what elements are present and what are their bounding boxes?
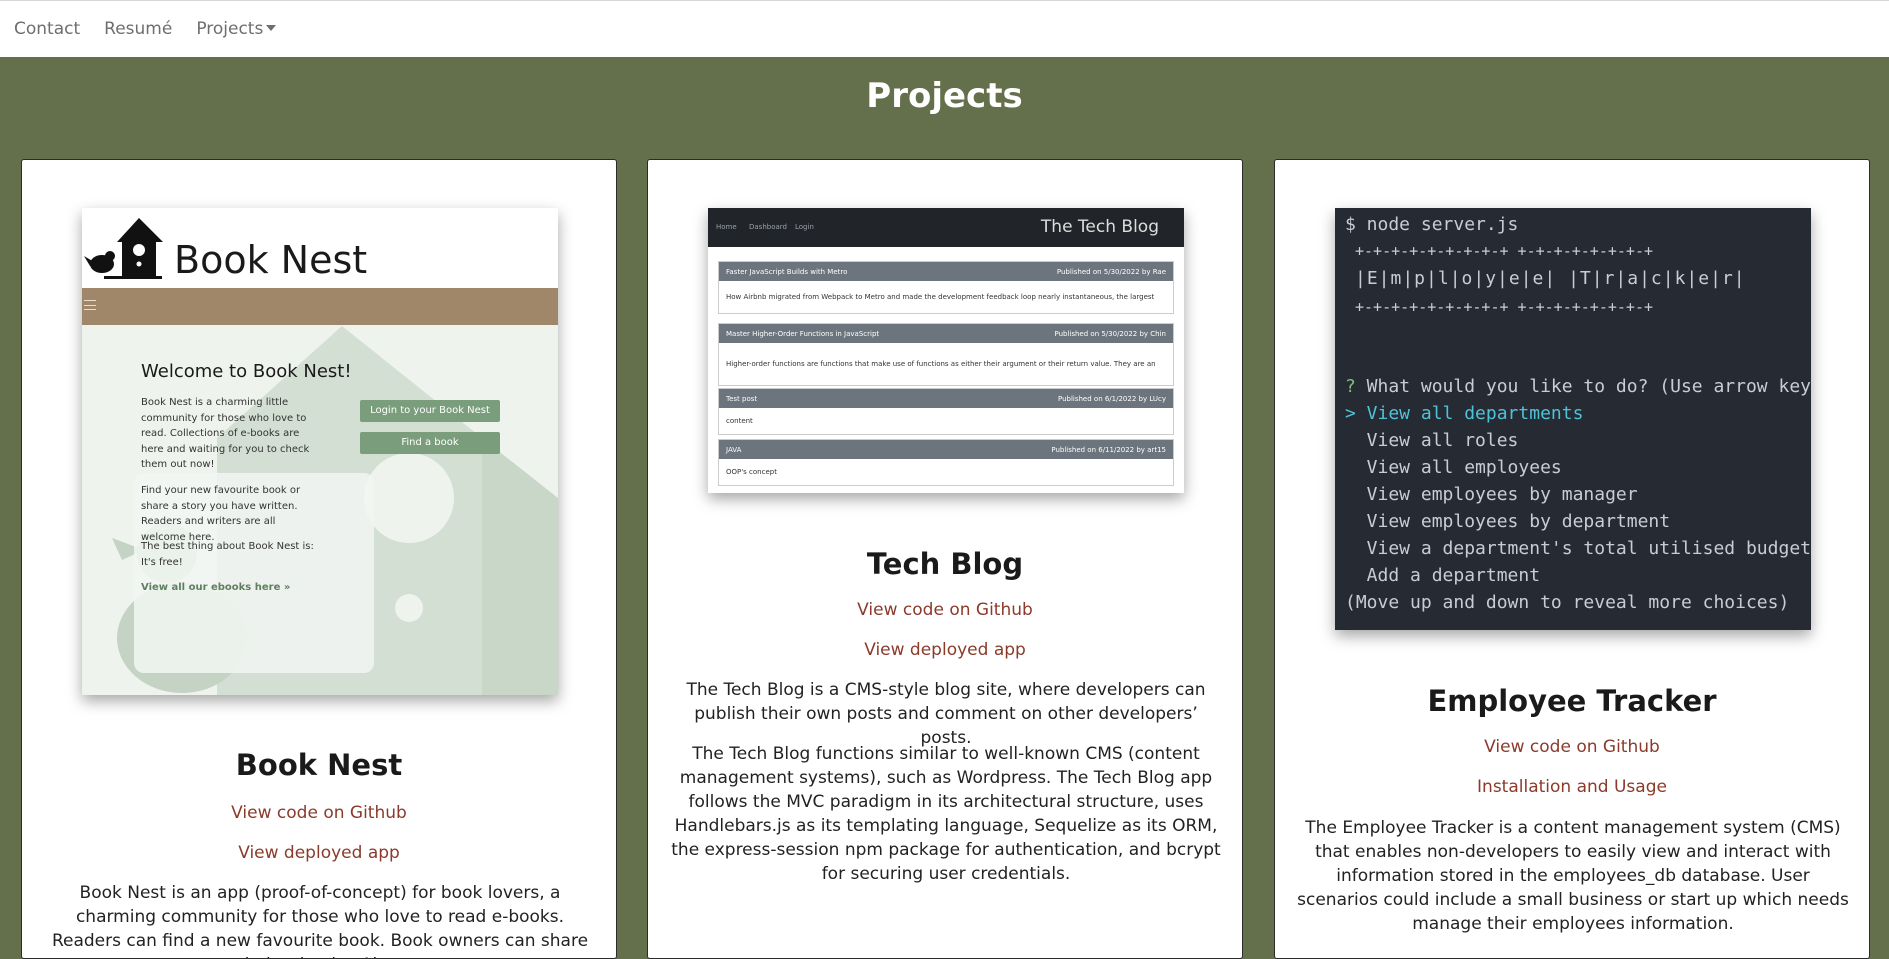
book-nest-share-text: Find your new favourite book or share a … [141,485,301,543]
nav-contact-link[interactable]: Contact [14,19,80,39]
hamburger-menu-icon [84,300,96,310]
blog-post-card: Faster JavaScript Builds with Metro Publi… [718,261,1174,314]
post-meta: Published on 5/30/2022 by Chin [1054,329,1166,338]
deployed-app-link[interactable]: View deployed app [648,640,1242,660]
tech-blog-screenshot: Home Dashboard Login The Tech Blog Faste… [708,208,1184,493]
book-nest-ebooks-link: View all our ebooks here » [141,582,291,593]
card-title: Book Nest [235,748,403,782]
terminal-banner: |E|m|p|l|o|y|e|e| |T|r|a|c|k|e|r| [1355,268,1746,289]
page-title: Projects [866,76,1023,116]
project-card-tech-blog: Home Dashboard Login The Tech Blog Faste… [647,159,1243,959]
deployed-app-link[interactable]: View deployed app [22,843,616,863]
book-nest-login-button: Login to your Book Nest [360,400,500,422]
post-meta: Published on 6/11/2022 by art15 [1051,445,1166,454]
book-nest-find-button: Find a book [360,432,500,454]
post-title: Master Higher-Order Functions in JavaScr… [726,329,880,338]
nav-projects-label: Projects [196,19,264,39]
post-title: Test post [726,394,758,403]
terminal-option: View employees by manager [1345,484,1638,505]
installation-link[interactable]: Installation and Usage [1275,777,1869,797]
book-nest-header: Book Nest [82,208,558,288]
terminal-option: View employees by department [1345,511,1671,532]
book-nest-welcome: Welcome to Book Nest! [141,361,352,382]
blog-post-card: Master Higher-Order Functions in JavaScr… [718,323,1174,386]
post-title: JAVA [726,445,742,454]
card-title: Employee Tracker [1427,684,1717,718]
prompt-mark: ? [1345,376,1356,397]
terminal-option: View a department's total utilised budge… [1345,538,1811,559]
terminal-hint: (Move up and down to reveal more choices… [1345,592,1790,613]
tech-blog-nav-login: Login [795,223,814,231]
post-body: content [726,417,753,425]
post-body: Higher-order functions are functions tha… [726,360,1156,368]
terminal-command: $ node server.js [1345,214,1519,235]
github-link[interactable]: View code on Github [1275,737,1869,757]
birdhouse-logo-icon [84,218,163,279]
employee-tracker-screenshot: $ node server.js +-+-+-+-+-+-+-+-+ +-+-+… [1335,208,1811,630]
nav-projects-dropdown[interactable]: Projects [196,19,277,39]
terminal-option: View all roles [1345,430,1519,451]
tech-blog-nav-dashboard: Dashboard [749,223,787,231]
book-nest-brand: Book Nest [174,238,368,282]
post-meta: Published on 5/30/2022 by Rae [1056,267,1166,276]
card-title: Tech Blog [866,547,1024,581]
nav-resume-link[interactable]: Resumé [104,19,172,39]
prompt-question: What would you like to do? (Use arrow ke… [1355,376,1811,397]
terminal-banner-border: +-+-+-+-+-+-+-+-+ +-+-+-+-+-+-+-+ [1355,298,1654,316]
book-nest-navbar [82,288,558,325]
card-description: Book Nest is an app (proof-of-concept) f… [51,883,589,958]
blog-post-card: JAVA Published on 6/11/2022 by art15 OOP'… [718,439,1174,486]
terminal-option: View all employees [1345,457,1562,478]
tech-blog-navbar: Home Dashboard Login The Tech Blog [708,208,1184,247]
project-card-employee-tracker: $ node server.js +-+-+-+-+-+-+-+-+ +-+-+… [1274,159,1870,959]
terminal-banner-border: +-+-+-+-+-+-+-+-+ +-+-+-+-+-+-+-+ [1355,242,1654,260]
terminal-selected-option: > View all departments [1345,403,1584,424]
post-title: Faster JavaScript Builds with Metro [726,267,848,276]
card-description: The Employee Tracker is a content manage… [1297,818,1849,934]
book-nest-screenshot: Book Nest Welcome to Book Nest! Book Nes… [82,208,558,695]
book-nest-intro: Book Nest is a charming little community… [141,397,310,470]
terminal-prompt: ? What would you like to do? (Use arrow … [1345,376,1811,397]
blog-post-card: Test post Published on 6/1/2022 by LUcy c… [718,388,1174,435]
tech-blog-nav-home: Home [716,223,737,231]
project-card-book-nest: Book Nest Welcome to Book Nest! Book Nes… [21,159,617,959]
top-navbar: Contact Resumé Projects [0,0,1889,57]
post-body: How Airbnb migrated from Webpack to Metr… [726,293,1155,301]
card-description: The Tech Blog is a CMS-style blog site, … [686,680,1206,748]
post-meta: Published on 6/1/2022 by LUcy [1057,394,1166,403]
github-link[interactable]: View code on Github [22,803,616,823]
chevron-down-icon [266,25,277,31]
card-description-details: The Tech Blog functions similar to well-… [671,744,1221,884]
book-nest-free-text: The best thing about Book Nest is: It's … [141,541,314,568]
tech-blog-brand: The Tech Blog [1040,217,1159,237]
github-link[interactable]: View code on Github [648,600,1242,620]
terminal-option: Add a department [1345,565,1541,586]
post-body: OOP's concept [726,468,777,476]
